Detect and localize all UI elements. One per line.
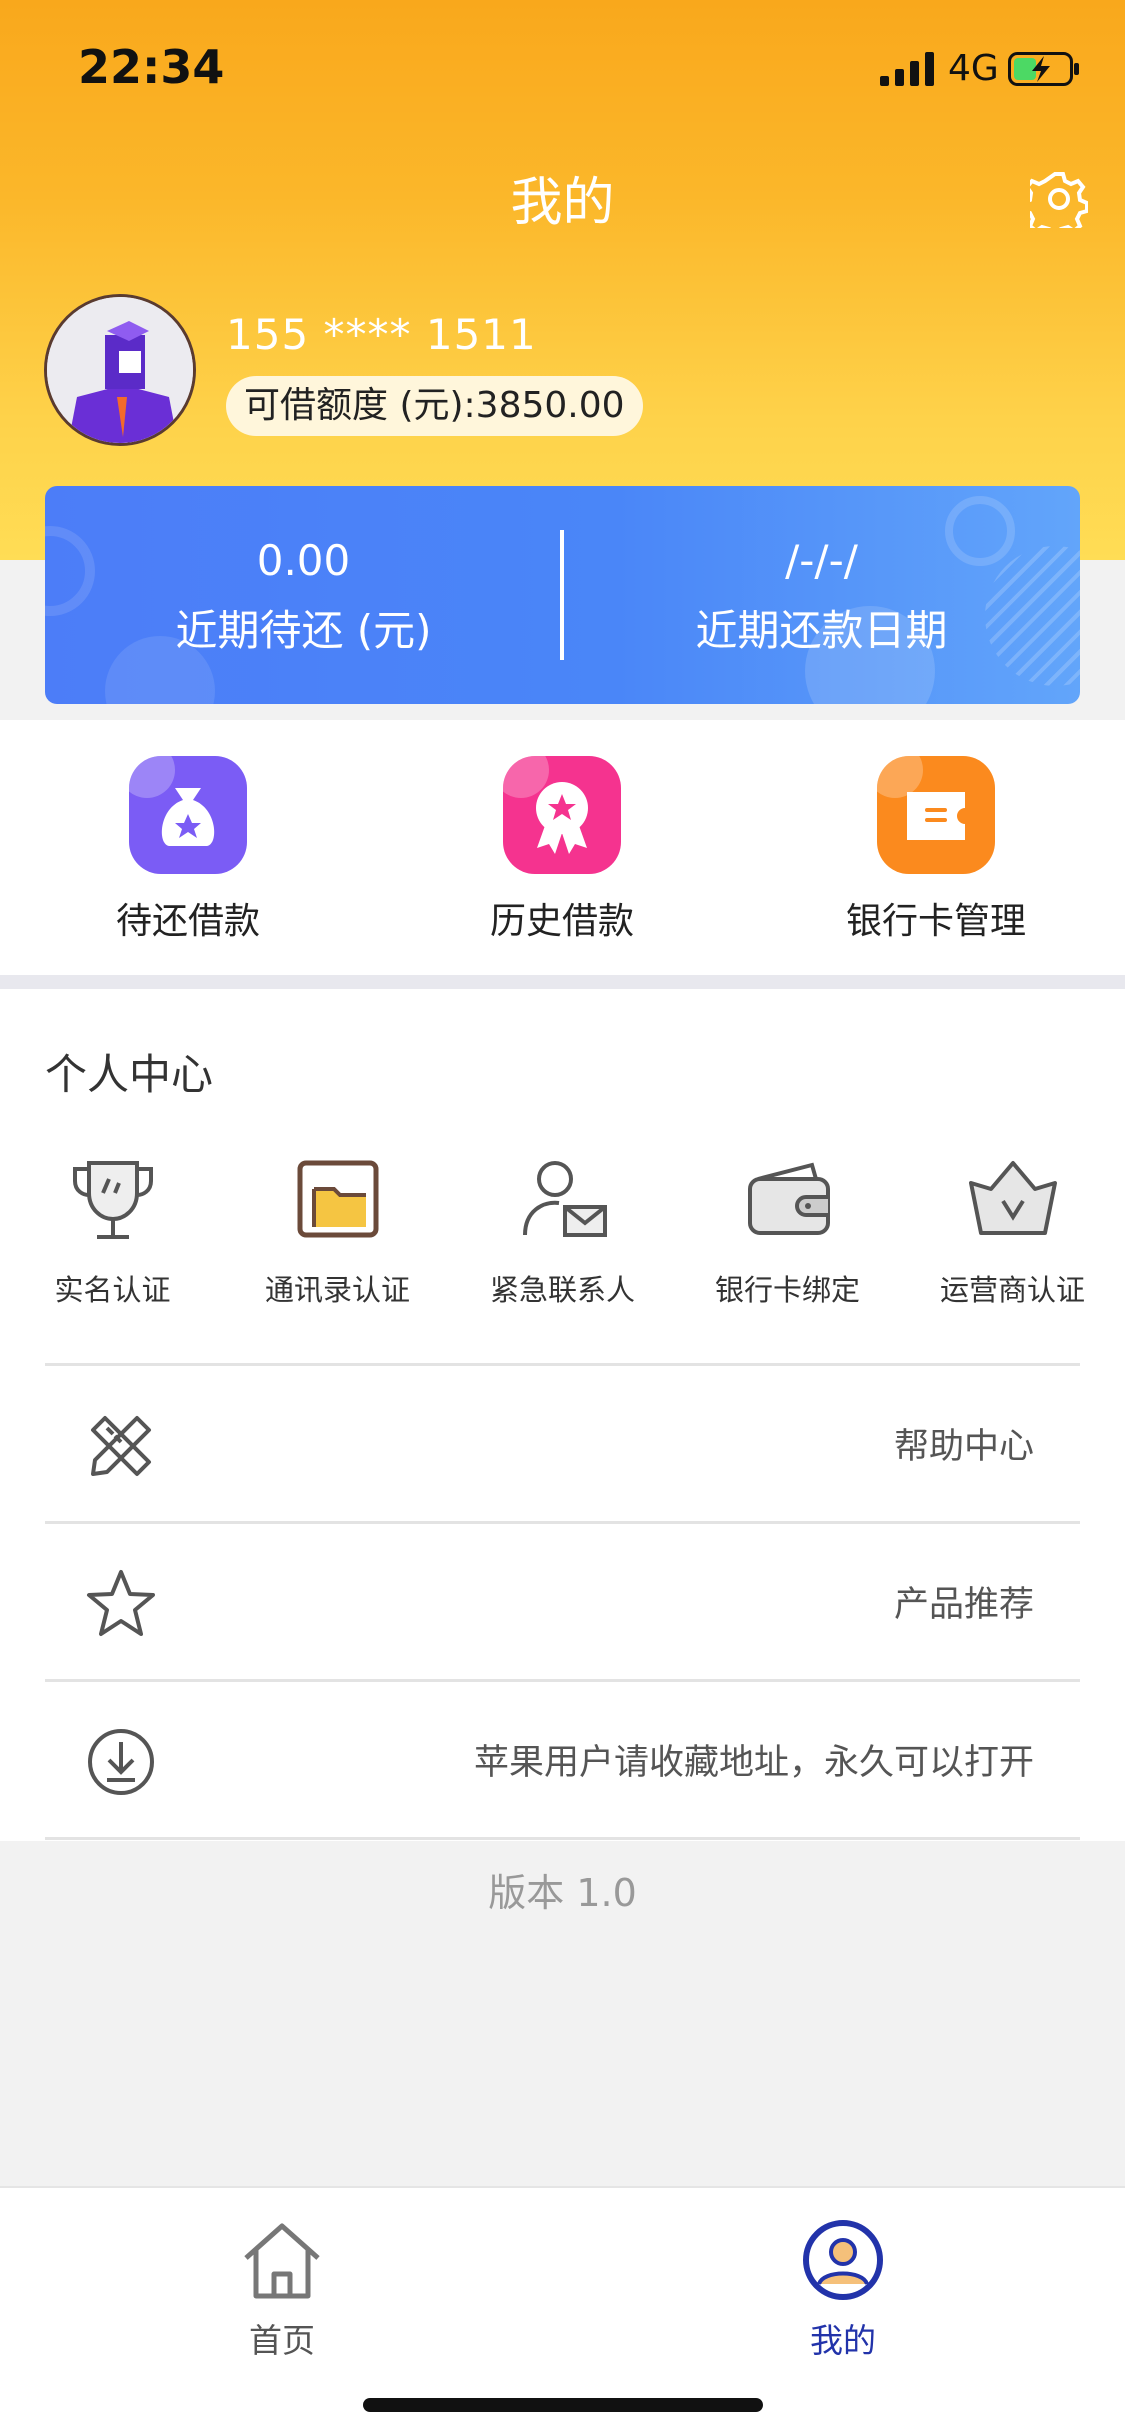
wallet-icon (747, 1162, 830, 1235)
money-bag-icon (129, 756, 247, 874)
signal-icon (880, 52, 934, 86)
recent-due-value: 0.00 (256, 536, 351, 585)
tab-profile[interactable]: 我的 (743, 2218, 943, 2362)
contacts-verification[interactable]: 通讯录认证 (225, 1149, 450, 1309)
home-icon (244, 2223, 320, 2299)
download-icon (88, 1729, 154, 1795)
battery-charging-icon (1008, 52, 1079, 86)
row-help-center[interactable]: 帮助中心 (45, 1363, 1080, 1521)
recent-due-label: 近期待还 (元) (175, 606, 432, 655)
personal-center: 个人中心 实名认证 通讯录认证 紧急联系人 银行卡绑定 运营商认证 帮助中心 产… (0, 989, 1125, 1841)
carrier-verification[interactable]: 运营商认证 (900, 1149, 1125, 1309)
folder-icon (297, 1160, 378, 1238)
pencil-ruler-icon (91, 1416, 151, 1476)
app-version: 版本 1.0 (488, 1871, 637, 1915)
quick-action-history-loans[interactable]: 历史借款 (442, 756, 682, 944)
real-name-verification[interactable]: 实名认证 (0, 1149, 225, 1309)
section-divider (0, 975, 1125, 989)
row-product-recommend[interactable]: 产品推荐 (45, 1521, 1080, 1679)
home-indicator (363, 2398, 763, 2412)
pc-item-label: 银行卡绑定 (714, 1273, 860, 1307)
contact-icon (522, 1161, 607, 1237)
header: 22:34 4G 我的 155 **** 1511 可借额度 (元):3850.… (0, 0, 1125, 560)
user-phone: 155 **** 1511 (226, 310, 537, 359)
award-badge-icon (503, 756, 621, 874)
avatar[interactable] (44, 294, 196, 446)
pc-item-label: 紧急联系人 (489, 1273, 635, 1307)
pc-item-label: 通讯录认证 (264, 1273, 410, 1307)
recent-due-date-value: /-/-/ (785, 536, 858, 585)
pc-item-label: 实名认证 (54, 1273, 171, 1307)
pc-item-label: 运营商认证 (939, 1273, 1085, 1307)
personal-center-title: 个人中心 (45, 1050, 214, 1099)
bank-card-binding[interactable]: 银行卡绑定 (675, 1149, 900, 1309)
tab-label: 我的 (810, 2321, 876, 2360)
profile-icon (803, 2220, 883, 2300)
page-title: 我的 (510, 173, 615, 233)
star-icon (87, 1570, 155, 1636)
quick-action-label: 银行卡管理 (845, 901, 1026, 942)
tab-label: 首页 (249, 2321, 315, 2360)
row-bookmark-address[interactable]: 苹果用户请收藏地址，永久可以打开 (45, 1679, 1080, 1837)
repayment-summary-card[interactable]: 0.00 近期待还 (元) /-/-/ 近期还款日期 (45, 486, 1080, 704)
avatar-illustration (47, 297, 193, 443)
recent-due-date: /-/-/ 近期还款日期 (563, 536, 1080, 658)
row-label: 帮助中心 (893, 1427, 1034, 1467)
quick-actions: 待还借款 历史借款 银行卡管理 (0, 720, 1125, 975)
row-bottom-border (45, 1837, 1080, 1841)
quick-action-label: 待还借款 (115, 901, 260, 942)
recent-due-date-label: 近期还款日期 (695, 606, 948, 655)
row-label: 苹果用户请收藏地址，永久可以打开 (473, 1743, 1034, 1783)
row-label: 产品推荐 (893, 1585, 1034, 1625)
credit-limit-badge: 可借额度 (元):3850.00 (226, 376, 643, 436)
status-time: 22:34 (78, 40, 225, 94)
quick-action-label: 历史借款 (489, 901, 634, 942)
gear-icon[interactable] (1030, 170, 1088, 228)
quick-action-bank-card-management[interactable]: 银行卡管理 (816, 756, 1056, 944)
tab-home[interactable]: 首页 (182, 2218, 382, 2362)
card-icon (877, 756, 995, 874)
status-bar: 22:34 4G (0, 0, 1125, 132)
network-type: 4G (948, 48, 999, 89)
quick-action-pending-loans[interactable]: 待还借款 (68, 756, 308, 944)
recent-due-amount: 0.00 近期待还 (元) (45, 536, 562, 658)
trophy-icon (72, 1161, 153, 1239)
emergency-contact[interactable]: 紧急联系人 (450, 1149, 675, 1309)
crown-icon (968, 1161, 1057, 1235)
